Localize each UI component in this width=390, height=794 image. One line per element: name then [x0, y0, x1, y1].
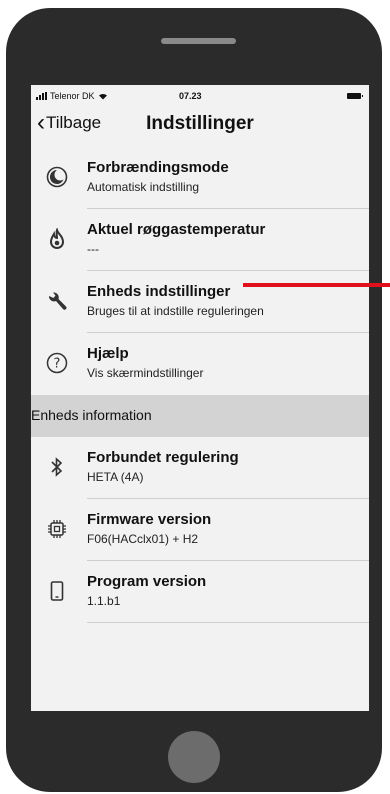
battery-icon — [347, 93, 363, 99]
item-subtitle: F06(HACclx01) + H2 — [87, 532, 199, 546]
signal-icon — [36, 92, 47, 100]
item-subtitle: --- — [87, 242, 99, 256]
item-title: Aktuel røggastemperatur — [87, 221, 266, 238]
item-title: Firmware version — [87, 511, 212, 528]
wrench-icon — [45, 289, 69, 313]
svg-text:?: ? — [54, 357, 61, 372]
item-title: Enheds indstillinger — [87, 283, 231, 300]
divider — [87, 622, 369, 623]
item-subtitle: Bruges til at indstille reguleringen — [87, 304, 264, 318]
status-bar: Telenor DK 07.23 — [31, 85, 369, 107]
item-title: Forbundet regulering — [87, 449, 239, 466]
phone-frame: Telenor DK 07.23 ‹ Tilbage Indstillinger… — [6, 8, 382, 792]
flame-icon — [45, 227, 69, 251]
app-screen: Telenor DK 07.23 ‹ Tilbage Indstillinger… — [31, 85, 369, 711]
item-subtitle: 1.1.b1 — [87, 594, 121, 608]
chip-icon — [45, 517, 69, 541]
wifi-icon — [98, 93, 107, 100]
setting-item-help[interactable]: ? Hjælp Vis skærmindstillinger — [31, 333, 369, 395]
setting-item-device-settings[interactable]: Enheds indstillinger Bruges til at indst… — [31, 271, 369, 333]
section-header-device-info: Enheds information — [31, 395, 369, 437]
item-title: Program version — [87, 573, 207, 590]
item-subtitle: HETA (4A) — [87, 470, 144, 484]
page-title: Indstillinger — [146, 113, 254, 134]
item-subtitle: Automatisk indstilling — [87, 180, 200, 194]
settings-list: Forbrændingsmode Automatisk indstilling … — [31, 147, 369, 623]
phone-icon — [45, 579, 69, 603]
clock: 07.23 — [179, 91, 202, 101]
item-title: Hjælp — [87, 345, 129, 362]
carrier-label: Telenor DK — [50, 91, 95, 101]
speaker-grille — [161, 38, 236, 44]
item-title: Forbrændingsmode — [87, 159, 229, 176]
section-label: Enheds information — [31, 407, 152, 423]
moon-icon — [45, 165, 69, 189]
info-item-firmware-version: Firmware version F06(HACclx01) + H2 — [31, 499, 369, 561]
annotation-arrow-line — [243, 283, 390, 287]
info-item-connected-controller[interactable]: Forbundet regulering HETA (4A) — [31, 437, 369, 499]
bluetooth-icon — [45, 455, 69, 479]
info-item-program-version: Program version 1.1.b1 — [31, 561, 369, 623]
navigation-bar: ‹ Tilbage Indstillinger — [31, 107, 369, 147]
setting-item-flue-temperature[interactable]: Aktuel røggastemperatur --- — [31, 209, 369, 271]
home-button[interactable] — [168, 731, 220, 783]
item-subtitle: Vis skærmindstillinger — [87, 366, 204, 380]
setting-item-combustion-mode[interactable]: Forbrændingsmode Automatisk indstilling — [31, 147, 369, 209]
help-icon: ? — [45, 351, 69, 375]
